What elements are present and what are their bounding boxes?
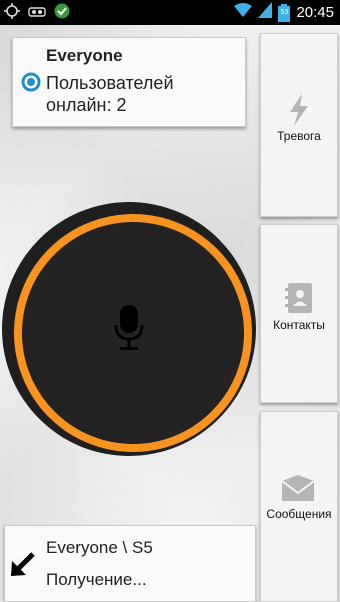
status-bar-notifications — [4, 3, 70, 24]
channel-name: Everyone — [46, 46, 123, 65]
status-bar-system: 53 20:45 — [234, 2, 334, 23]
channel-path: Everyone \ S5 — [46, 538, 153, 557]
users-online-count: Пользователей онлайн: 2 — [46, 73, 174, 115]
alert-button-label: Тревога — [277, 129, 321, 143]
receive-status: Получение... — [46, 570, 147, 589]
wifi-icon — [234, 2, 253, 23]
playback-status-card: Everyone \ S5 Получение... — [4, 525, 256, 602]
check-circle-icon — [54, 3, 70, 24]
contacts-book-icon — [285, 283, 313, 316]
alert-button[interactable]: Тревога — [260, 33, 338, 217]
push-to-talk-button[interactable] — [2, 202, 256, 456]
status-bar: 53 20:45 — [0, 0, 340, 25]
contacts-button[interactable]: Контакты — [260, 224, 338, 403]
battery-icon: 53 — [278, 3, 291, 22]
incoming-arrow-icon — [9, 552, 35, 583]
voicemail-icon — [28, 5, 46, 23]
radio-selected-icon[interactable] — [21, 72, 41, 97]
gps-icon — [4, 3, 20, 24]
channel-card[interactable]: Everyone Пользователей онлайн: 2 — [12, 37, 246, 127]
messages-button[interactable]: Сообщения — [260, 411, 338, 602]
battery-percent: 53 — [280, 8, 289, 16]
clock: 20:45 — [296, 4, 334, 21]
microphone-icon — [113, 305, 145, 358]
signal-icon — [258, 2, 273, 23]
messages-button-label: Сообщения — [266, 507, 332, 521]
envelope-icon — [281, 475, 315, 504]
contacts-button-label: Контакты — [273, 318, 325, 332]
lightning-icon — [287, 94, 311, 129]
